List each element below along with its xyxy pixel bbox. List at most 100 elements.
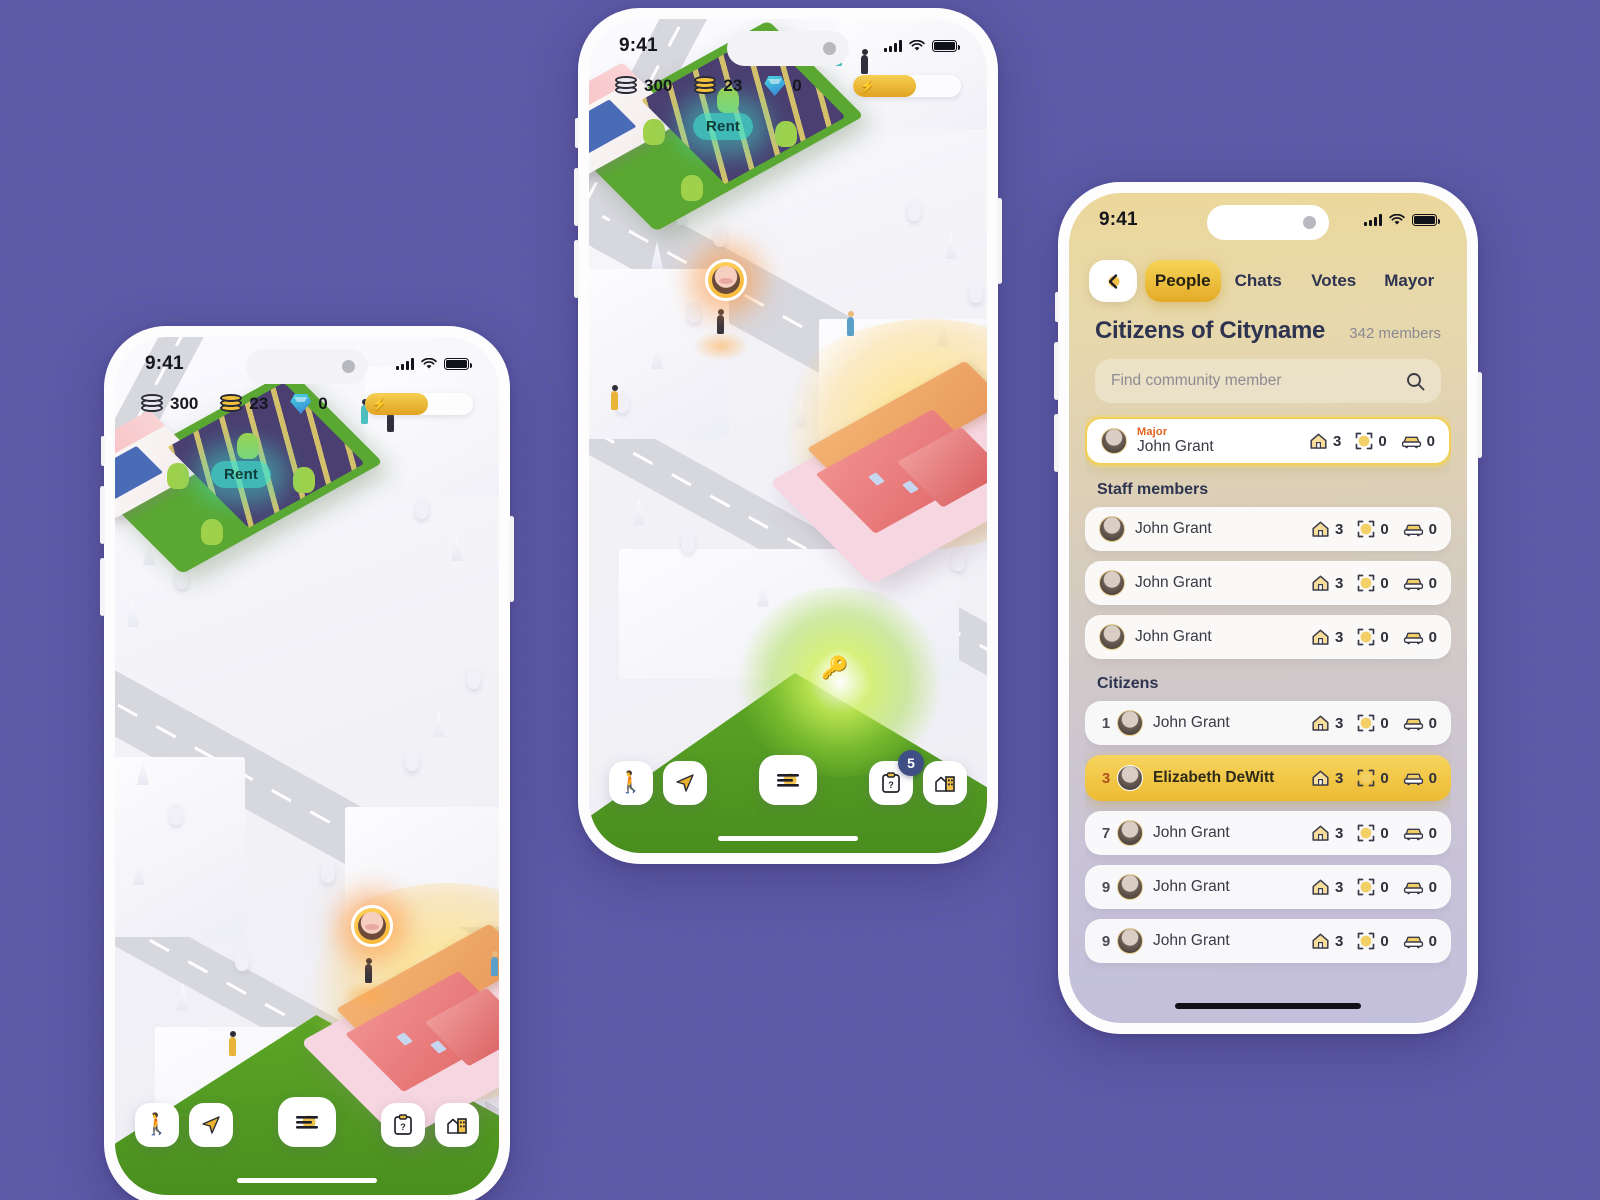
signal-icon (396, 358, 414, 370)
coins-value: 300 (644, 76, 673, 95)
buildings-icon (935, 776, 955, 792)
section-title-staff: Staff members (1097, 481, 1209, 498)
buildings-button[interactable] (923, 761, 967, 805)
houses-count: 3 (1334, 628, 1344, 646)
navigation-arrow-icon (676, 774, 694, 792)
currency-gems[interactable]: 0 (290, 394, 328, 414)
quests-badge: 5 (898, 750, 924, 776)
row-stats: 3 0 0 (1301, 520, 1437, 538)
menu-lines-icon (777, 773, 799, 787)
menu-button[interactable] (759, 755, 817, 805)
wifi-icon (1389, 214, 1405, 225)
key-icon[interactable]: 🔑 (821, 655, 848, 681)
tab-people[interactable]: People (1145, 260, 1221, 302)
avatar-marker-middle[interactable] (705, 259, 747, 301)
rent-label-left[interactable]: Rent (211, 461, 272, 488)
navigate-button[interactable] (189, 1103, 233, 1147)
house-icon (1312, 933, 1329, 949)
table-row[interactable]: John Grant 3 0 0 (1085, 561, 1451, 605)
cars-count: 0 (1426, 432, 1435, 450)
table-row[interactable]: John Grant 3 0 0 (1085, 615, 1451, 659)
game-map-left[interactable]: Rent 🔑 (115, 337, 499, 1195)
houses-count: 3 (1332, 432, 1342, 450)
tab-mayor[interactable]: Mayor (1372, 260, 1448, 302)
coin-stack-icon (615, 75, 637, 96)
car-icon (1403, 632, 1423, 645)
walking-person-icon: 🚶 (143, 1113, 171, 1136)
page-title: Citizens of Cityname (1095, 317, 1326, 344)
quests-button[interactable]: ? 5 (869, 750, 924, 805)
section-title-citizens: Citizens (1097, 675, 1159, 692)
currency-coins[interactable]: 300 (141, 393, 198, 414)
dynamic-island (727, 31, 849, 66)
avatar (1117, 710, 1143, 736)
avatar (1117, 820, 1143, 846)
currency-gems[interactable]: 0 (764, 76, 802, 96)
row-stats: 3 0 0 (1299, 432, 1435, 450)
table-row[interactable]: 7 John Grant 3 0 0 (1085, 811, 1451, 855)
member-name: John Grant (1135, 628, 1212, 645)
search-bar[interactable] (1095, 359, 1441, 403)
phone-middle: Rent 🔑 9:41 300 23 0 ⚡ 🚶 ? 5 (574, 8, 1002, 864)
table-row[interactable]: 9 John Grant 3 0 0 (1085, 865, 1451, 909)
people-screen: 9:41 People Chats Votes Mayor Citizens o… (1069, 193, 1467, 1023)
car-icon (1403, 882, 1423, 895)
avatar (1117, 928, 1143, 954)
car-icon (1401, 436, 1421, 449)
table-row-selected[interactable]: 3 Elizabeth DeWitt 3 0 0 (1085, 755, 1451, 801)
house-icon (1310, 433, 1327, 449)
currency-gold[interactable]: 23 (694, 75, 743, 96)
walk-mode-button[interactable]: 🚶 (609, 761, 653, 805)
houses-count: 3 (1334, 574, 1344, 592)
table-row[interactable]: John Grant 3 0 0 (1085, 507, 1451, 551)
row-stats: 3 0 0 (1301, 878, 1437, 896)
tab-chats[interactable]: Chats (1221, 260, 1297, 302)
status-bar-right: 9:41 (1069, 193, 1467, 247)
question-clipboard-icon: ? (882, 772, 900, 793)
member-name: Elizabeth DeWitt (1153, 769, 1275, 786)
quests-button[interactable]: ? (381, 1103, 425, 1147)
houses-count: 3 (1334, 878, 1344, 896)
currency-gold[interactable]: 23 (220, 393, 269, 414)
table-row[interactable]: 1 John Grant 3 0 0 (1085, 701, 1451, 745)
home-indicator (718, 836, 858, 841)
currency-coins[interactable]: 300 (615, 75, 673, 96)
phone-middle-screen: Rent 🔑 9:41 300 23 0 ⚡ 🚶 ? 5 (589, 19, 987, 853)
gems-value: 0 (792, 76, 802, 95)
search-icon[interactable] (1406, 372, 1425, 391)
avatar-marker-left[interactable] (351, 905, 393, 947)
row-stats: 3 0 0 (1301, 574, 1437, 592)
land-count: 0 (1380, 714, 1389, 732)
gold-value: 23 (723, 76, 743, 95)
citizens-list[interactable]: Major John Grant 3 0 0 Staff members Joh… (1085, 415, 1451, 1023)
table-row[interactable]: 9 John Grant 3 0 0 (1085, 919, 1451, 963)
rank: 9 (1101, 878, 1111, 896)
major-row[interactable]: Major John Grant 3 0 0 (1085, 417, 1451, 465)
lightning-bolt-icon: ⚡ (860, 79, 875, 93)
status-time: 9:41 (145, 353, 184, 374)
energy-bar[interactable]: ⚡ (365, 393, 473, 415)
tab-votes[interactable]: Votes (1296, 260, 1372, 302)
walk-mode-button[interactable]: 🚶 (135, 1103, 179, 1147)
back-button[interactable] (1089, 260, 1137, 302)
player-house[interactable] (769, 360, 987, 585)
navigate-button[interactable] (663, 761, 707, 805)
house-icon (1312, 575, 1329, 591)
buildings-button[interactable] (435, 1103, 479, 1147)
search-input[interactable] (1111, 372, 1406, 390)
land-count: 0 (1380, 520, 1389, 538)
menu-button[interactable] (278, 1097, 336, 1147)
rent-label-middle[interactable]: Rent (693, 113, 754, 140)
land-count: 0 (1380, 932, 1389, 950)
rank: 7 (1101, 824, 1111, 842)
house-icon (1312, 879, 1329, 895)
gem-icon (764, 76, 786, 96)
row-stats: 3 0 0 (1301, 824, 1437, 842)
land-plot-icon (1357, 574, 1375, 592)
energy-bar[interactable]: ⚡ (853, 75, 961, 97)
game-map-middle[interactable]: Rent 🔑 (589, 19, 987, 853)
gold-coin-icon (694, 75, 717, 96)
land-plot-icon (1357, 878, 1375, 896)
question-clipboard-icon: ? (394, 1114, 412, 1135)
gold-value: 23 (249, 394, 269, 413)
